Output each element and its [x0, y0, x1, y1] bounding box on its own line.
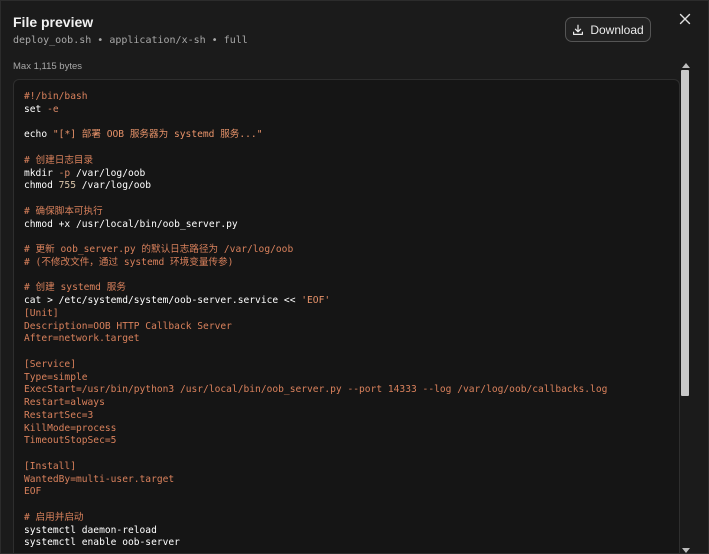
max-bytes-label: Max 1,115 bytes	[13, 61, 83, 72]
code-token: /var/log/oob	[75, 167, 146, 179]
code-token: EOF	[24, 486, 42, 498]
code-token: -e	[47, 103, 59, 115]
code-token: 755	[58, 180, 82, 192]
code-token: echo	[24, 129, 53, 141]
code-line: TimeoutStopSec=5	[24, 435, 607, 448]
code-line: # 确保脚本可执行	[24, 206, 607, 219]
vertical-scrollbar[interactable]	[680, 61, 692, 553]
scroll-up-arrow-icon[interactable]	[682, 63, 690, 68]
code-line: systemctl daemon-reload	[24, 525, 607, 538]
code-line: WantedBy=multi-user.target	[24, 474, 607, 487]
code-token: chmod	[24, 180, 59, 192]
code-token: chmod +x /usr/local/bin/oob_server.py	[24, 218, 238, 230]
code-token: #!/bin/bash	[24, 91, 88, 102]
code-token: systemctl enable oob-server	[24, 537, 180, 549]
code-token: # 确保脚本可执行	[24, 205, 103, 217]
file-meta-subtitle: deploy_oob.sh • application/x-sh • full	[13, 35, 248, 46]
code-content: #!/bin/bash set -e echo "[*] 部署 OOB 服务器为 …	[24, 91, 607, 550]
code-token: mkdir	[24, 167, 59, 179]
code-token: RestartSec=3	[24, 409, 94, 421]
code-token: TimeoutStopSec=5	[24, 435, 117, 447]
code-token: [Install]	[24, 460, 76, 472]
code-token: "[*] 部署 OOB 服务器为 systemd 服务..."	[52, 129, 263, 141]
scroll-thumb[interactable]	[681, 70, 689, 396]
code-line: chmod 755 /var/log/oob	[24, 180, 607, 193]
download-button[interactable]: Download	[565, 17, 651, 42]
close-icon	[679, 12, 691, 30]
code-viewer[interactable]: #!/bin/bash set -e echo "[*] 部署 OOB 服务器为 …	[13, 79, 680, 553]
scroll-down-arrow-icon[interactable]	[682, 548, 690, 553]
code-line: # 创建日志目录	[24, 155, 607, 168]
code-token: ExecStart=/usr/bin/python3 /usr/local/bi…	[24, 384, 608, 396]
code-token: # (不修改文件，通过 systemd 环境变量传参)	[24, 256, 234, 268]
code-line: EOF	[24, 486, 607, 499]
code-line: echo "[*] 部署 OOB 服务器为 systemd 服务..."	[24, 129, 607, 142]
code-line: mkdir -p /var/log/oob	[24, 168, 607, 181]
close-button[interactable]	[675, 11, 695, 31]
code-line: chmod +x /usr/local/bin/oob_server.py	[24, 219, 607, 232]
code-token: [Unit]	[24, 307, 59, 319]
code-token: # 启用并启动	[24, 511, 84, 523]
code-token: # 创建日志目录	[24, 154, 94, 166]
code-line: Description=OOB HTTP Callback Server	[24, 321, 607, 334]
code-line: # 创建 systemd 服务	[24, 282, 607, 295]
code-line: cat > /etc/systemd/system/oob-server.ser…	[24, 295, 607, 308]
code-token: set	[24, 103, 48, 115]
code-token: KillMode=process	[24, 422, 117, 434]
code-line: # 更新 oob_server.py 的默认日志路径为 /var/log/oob	[24, 244, 607, 257]
download-icon	[572, 24, 584, 36]
code-line: RestartSec=3	[24, 410, 607, 423]
code-token: cat > /etc/systemd/system/oob-server.ser…	[24, 295, 302, 306]
code-token: # 创建 systemd 服务	[24, 282, 126, 294]
code-line: set -e	[24, 104, 607, 117]
file-preview-dialog: File preview deploy_oob.sh • application…	[0, 0, 709, 554]
code-token: WantedBy=multi-user.target	[24, 473, 175, 485]
code-line: ExecStart=/usr/bin/python3 /usr/local/bi…	[24, 384, 607, 397]
code-token: After=network.target	[24, 333, 140, 345]
code-line: KillMode=process	[24, 423, 607, 436]
code-line: [Service]	[24, 359, 607, 372]
code-line: #!/bin/bash	[24, 91, 607, 104]
code-token: -p	[58, 167, 76, 179]
download-label: Download	[590, 22, 644, 37]
code-token: [Service]	[24, 358, 76, 370]
code-token: Type=simple	[24, 371, 88, 383]
code-line: After=network.target	[24, 333, 607, 346]
code-line: [Install]	[24, 461, 607, 474]
code-token: # 更新 oob_server.py 的默认日志路径为 /var/log/oob	[24, 244, 294, 255]
code-line: Restart=always	[24, 397, 607, 410]
code-line: [Unit]	[24, 308, 607, 321]
code-line: systemctl enable oob-server	[24, 537, 607, 550]
code-line: Type=simple	[24, 372, 607, 385]
code-line: # 启用并启动	[24, 512, 607, 525]
dialog-title: File preview	[13, 14, 94, 30]
code-token: 'EOF'	[301, 295, 331, 306]
code-token: Description=OOB HTTP Callback Server	[24, 320, 232, 332]
code-token: Restart=always	[24, 397, 105, 408]
code-line: # (不修改文件，通过 systemd 环境变量传参)	[24, 257, 607, 270]
code-token: systemctl daemon-reload	[24, 524, 157, 536]
code-token: /var/log/oob	[81, 180, 152, 192]
